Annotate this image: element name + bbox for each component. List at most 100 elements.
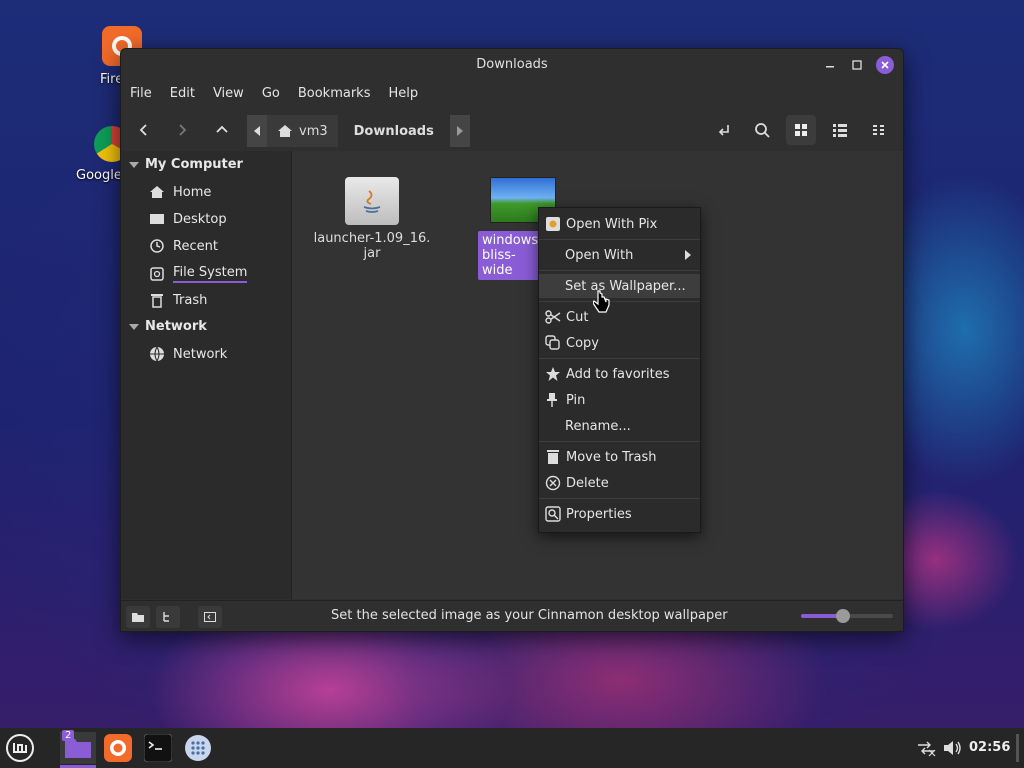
linux-mint-logo-icon bbox=[6, 734, 34, 762]
menu-item-label: Move to Trash bbox=[566, 449, 657, 465]
forward-button[interactable] bbox=[167, 115, 197, 145]
taskbar-app-grid[interactable] bbox=[182, 732, 214, 764]
breadcrumb: vm3 Downloads bbox=[247, 115, 470, 147]
show-desktop-button[interactable] bbox=[1016, 734, 1019, 762]
taskbar-terminal[interactable] bbox=[142, 732, 174, 764]
breadcrumb-vm3[interactable]: vm3 bbox=[267, 115, 338, 147]
close-icon bbox=[881, 61, 889, 69]
triangle-down-icon bbox=[129, 161, 139, 168]
menu-item-set-wallpaper[interactable]: Set as Wallpaper... bbox=[539, 274, 700, 298]
menu-item-move-trash[interactable]: Move to Trash bbox=[539, 445, 700, 469]
menu-file[interactable]: File bbox=[121, 83, 161, 107]
home-icon bbox=[278, 125, 292, 137]
breadcrumb-label: vm3 bbox=[299, 123, 328, 139]
app-grid-icon bbox=[185, 735, 211, 761]
menu-view[interactable]: View bbox=[204, 83, 253, 107]
scissors-icon bbox=[544, 308, 562, 326]
menu-button[interactable] bbox=[4, 732, 36, 764]
menu-item-label: Open With Pix bbox=[566, 216, 658, 232]
search-icon bbox=[755, 123, 770, 138]
sidebar-item-desktop[interactable]: Desktop bbox=[149, 211, 227, 227]
breadcrumb-left-arrow[interactable] bbox=[247, 115, 267, 147]
tree-icon bbox=[163, 612, 169, 622]
close-button[interactable] bbox=[876, 56, 894, 74]
toggle-location-button[interactable] bbox=[709, 115, 739, 145]
menu-item-label: Copy bbox=[566, 335, 599, 351]
trash-icon bbox=[149, 292, 165, 308]
back-button[interactable] bbox=[129, 115, 159, 145]
list-view-button[interactable] bbox=[825, 115, 855, 145]
sidebar-item-trash[interactable]: Trash bbox=[149, 292, 207, 308]
folder-icon bbox=[132, 613, 144, 622]
sidebar-item-recent[interactable]: Recent bbox=[149, 238, 218, 254]
titlebar[interactable]: Downloads bbox=[121, 49, 903, 81]
menu-item-label: Rename... bbox=[565, 418, 631, 434]
menu-separator bbox=[539, 239, 700, 240]
firefox-icon bbox=[104, 734, 132, 762]
taskbar: 2 02:56 bbox=[0, 728, 1024, 768]
minimize-button[interactable] bbox=[821, 56, 839, 74]
triangle-right-icon bbox=[456, 126, 463, 136]
menu-item-open-with[interactable]: Open With bbox=[539, 243, 700, 267]
menu-item-cut[interactable]: Cut bbox=[539, 305, 700, 329]
toolbar: vm3 Downloads bbox=[121, 111, 903, 149]
network-status[interactable] bbox=[914, 732, 938, 764]
sidebar: My Computer Home Desktop Recent File Sys… bbox=[121, 151, 292, 599]
submenu-arrow-icon bbox=[685, 250, 691, 260]
taskbar-files[interactable]: 2 bbox=[60, 730, 96, 768]
copy-icon bbox=[544, 334, 562, 352]
status-message: Set the selected image as your Cinnamon … bbox=[331, 608, 728, 623]
zoom-handle[interactable] bbox=[836, 609, 850, 623]
show-places-button[interactable] bbox=[126, 606, 150, 628]
menu-item-add-favorites[interactable]: Add to favorites bbox=[539, 362, 700, 386]
sidebar-section-my-computer[interactable]: My Computer bbox=[129, 157, 243, 172]
grid-icon bbox=[795, 124, 807, 136]
menu-help[interactable]: Help bbox=[379, 83, 427, 107]
workspace-badge: 2 bbox=[62, 730, 75, 741]
terminal-icon bbox=[144, 734, 172, 762]
sidebar-toggle-icon bbox=[204, 612, 216, 622]
properties-icon bbox=[544, 505, 562, 523]
file-item-launcher-jar[interactable]: launcher-1.09_16. jar bbox=[312, 177, 432, 261]
maximize-button[interactable] bbox=[848, 56, 866, 74]
zoom-slider[interactable] bbox=[801, 609, 893, 623]
menubar: File Edit View Go Bookmarks Help bbox=[121, 83, 427, 107]
hide-sidebar-button[interactable] bbox=[198, 606, 222, 628]
menu-item-pin[interactable]: Pin bbox=[539, 388, 700, 412]
triangle-left-icon bbox=[254, 126, 260, 136]
volume-control[interactable] bbox=[940, 732, 964, 764]
sidebar-section-network[interactable]: Network bbox=[129, 319, 207, 334]
menu-item-open-with-pix[interactable]: Open With Pix bbox=[539, 212, 700, 236]
menu-item-delete[interactable]: Delete bbox=[539, 471, 700, 495]
menu-separator bbox=[539, 301, 700, 302]
desktop-icon bbox=[149, 211, 165, 227]
menu-bookmarks[interactable]: Bookmarks bbox=[289, 83, 380, 107]
menu-separator bbox=[539, 358, 700, 359]
sidebar-item-file-system[interactable]: File System bbox=[149, 265, 248, 283]
up-button[interactable] bbox=[207, 115, 237, 145]
menu-separator bbox=[539, 441, 700, 442]
menu-item-rename[interactable]: Rename... bbox=[539, 414, 700, 438]
icon-view-button[interactable] bbox=[786, 115, 816, 145]
file-name-line: jar bbox=[363, 246, 381, 261]
taskbar-firefox[interactable] bbox=[102, 732, 134, 764]
breadcrumb-downloads[interactable]: Downloads bbox=[337, 115, 450, 147]
compact-view-button[interactable] bbox=[864, 115, 894, 145]
sidebar-item-network[interactable]: Network bbox=[149, 346, 227, 362]
trash-icon bbox=[544, 448, 562, 466]
menu-item-copy[interactable]: Copy bbox=[539, 331, 700, 355]
menu-item-properties[interactable]: Properties bbox=[539, 502, 700, 526]
sidebar-section-title: My Computer bbox=[145, 157, 243, 172]
menu-go[interactable]: Go bbox=[253, 83, 289, 107]
file-manager-window: Downloads File Edit View Go Bookmarks He… bbox=[120, 48, 904, 632]
search-button[interactable] bbox=[747, 115, 777, 145]
network-disconnected-icon bbox=[918, 741, 936, 757]
breadcrumb-right-arrow[interactable] bbox=[449, 115, 470, 147]
menu-edit[interactable]: Edit bbox=[161, 83, 204, 107]
clock[interactable]: 02:56 bbox=[969, 740, 1010, 755]
menu-item-label: Properties bbox=[566, 506, 632, 522]
sidebar-item-home[interactable]: Home bbox=[149, 184, 211, 200]
zoom-fill bbox=[801, 614, 838, 618]
chevron-right-icon bbox=[179, 124, 187, 136]
show-tree-button[interactable] bbox=[156, 606, 180, 628]
